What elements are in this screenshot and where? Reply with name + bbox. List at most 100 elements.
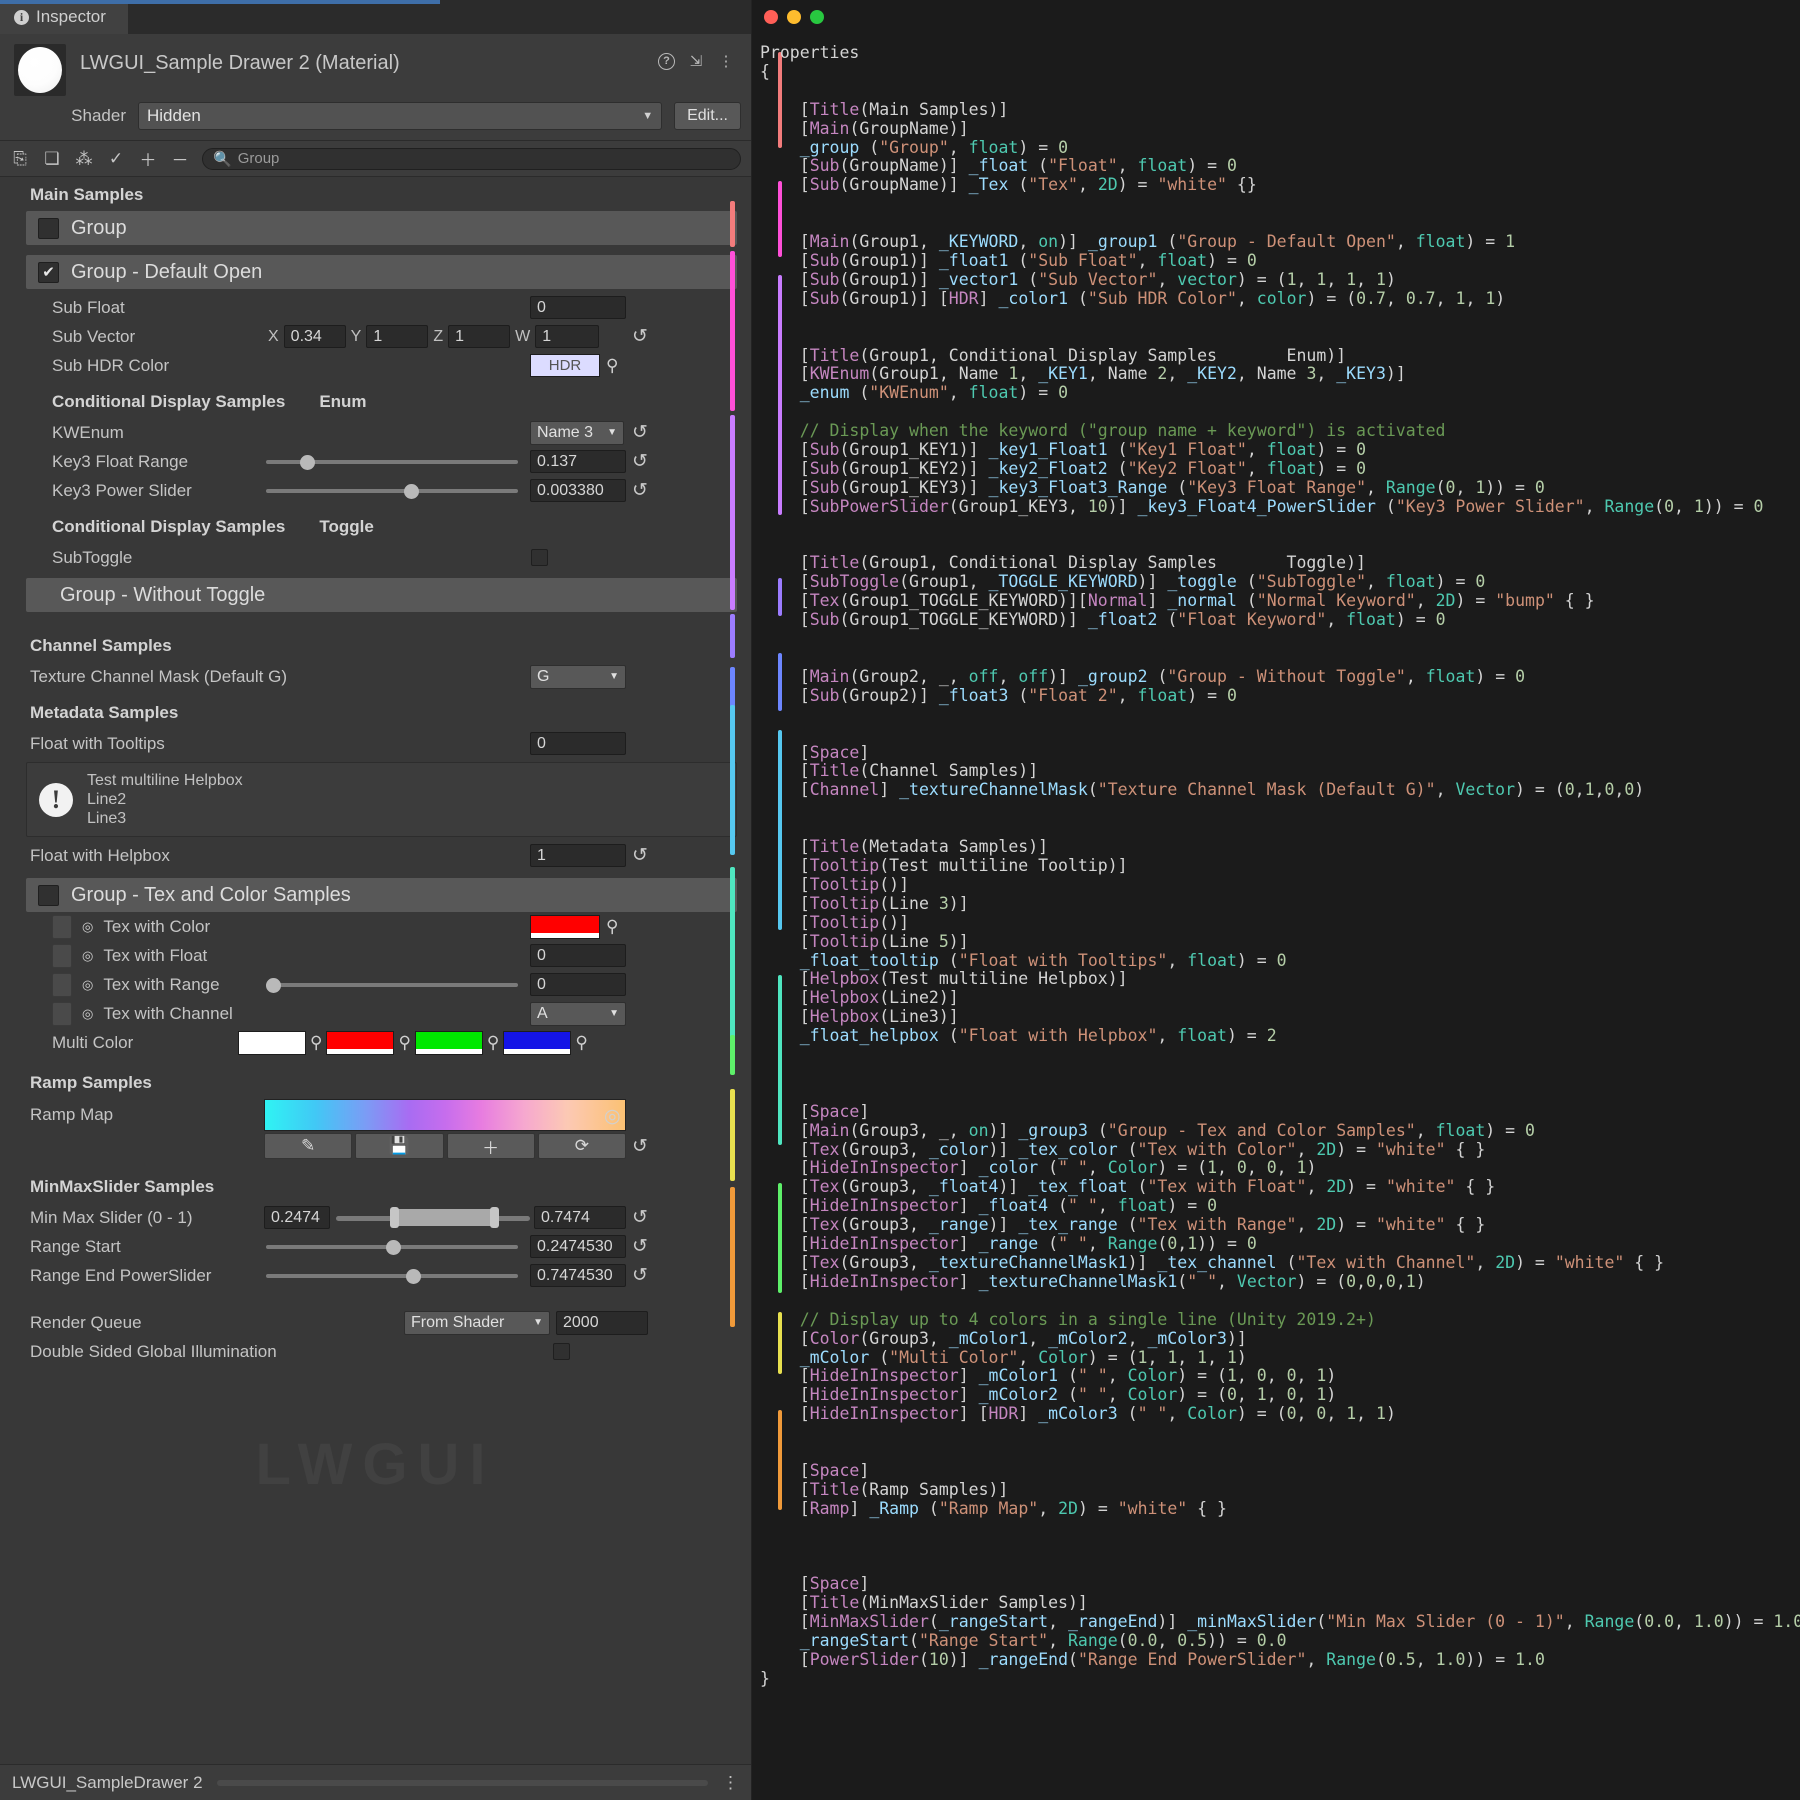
app-root: i Inspector LWGUI_Sample Drawer 2 (Mater… — [0, 0, 1800, 1800]
key3-float-input[interactable]: 0.137 — [530, 450, 626, 473]
status-scrollbar[interactable] — [217, 1780, 708, 1786]
scatter-icon[interactable]: ⁂ — [74, 149, 94, 169]
multi-color-swatch-2[interactable] — [326, 1031, 394, 1055]
eyedropper-icon[interactable]: ⚲ — [575, 1033, 587, 1053]
group-checkbox[interactable] — [38, 218, 59, 239]
multi-color-swatch-4[interactable] — [503, 1031, 571, 1055]
ramp-picker-icon[interactable]: ◎ — [604, 1105, 621, 1128]
tab-inspector[interactable]: i Inspector — [0, 0, 128, 34]
group-default-open-checkbox[interactable]: ✔ — [38, 262, 59, 283]
sub-float-input[interactable]: 0 — [530, 296, 626, 319]
tex-with-channel-thumbnail[interactable] — [52, 1002, 72, 1026]
close-window-button[interactable] — [764, 10, 778, 24]
minus-icon[interactable]: － — [170, 146, 190, 171]
min-max-slider-max-input[interactable]: 0.7474 — [534, 1206, 626, 1229]
paste-icon[interactable]: ❏ — [42, 149, 62, 169]
tex-with-range-input[interactable]: 0 — [530, 973, 626, 996]
material-preview[interactable] — [14, 44, 66, 96]
ramp-pencil-button[interactable]: ✎ — [264, 1133, 352, 1159]
target-icon: ◎ — [82, 919, 93, 935]
check-icon[interactable]: ✓ — [106, 149, 126, 169]
group-header-default-open[interactable]: ✔ Group - Default Open — [26, 255, 737, 289]
key3-power-revert-icon[interactable]: ↺ — [632, 479, 648, 502]
range-end-input[interactable]: 0.7474530 — [530, 1264, 626, 1287]
copy-icon[interactable]: ⎘ — [10, 149, 30, 169]
minimize-window-button[interactable] — [787, 10, 801, 24]
shader-dropdown[interactable]: Hidden ▼ — [138, 102, 662, 130]
range-start-slider-knob[interactable] — [386, 1240, 401, 1255]
key3-power-slider-track[interactable] — [266, 489, 518, 493]
kwenum-revert-icon[interactable]: ↺ — [632, 421, 648, 444]
material-header: LWGUI_Sample Drawer 2 (Material) ? ⇲ ⋮ S… — [0, 34, 751, 141]
key3-float-slider-knob[interactable] — [300, 455, 315, 470]
range-start-input[interactable]: 0.2474530 — [530, 1235, 626, 1258]
sub-vector-w-input[interactable]: 1 — [535, 325, 599, 348]
sub-vector-revert-icon[interactable]: ↺ — [632, 325, 648, 348]
eyedropper-icon[interactable]: ⚲ — [487, 1033, 499, 1053]
eyedropper-icon[interactable]: ⚲ — [310, 1033, 322, 1053]
edit-button[interactable]: Edit... — [674, 102, 741, 130]
min-max-slider-min-input[interactable]: 0.2474 — [264, 1206, 330, 1229]
double-sided-gi-checkbox[interactable] — [553, 1343, 570, 1360]
tex-with-color-swatch[interactable] — [530, 915, 600, 939]
plus-icon[interactable]: ＋ — [138, 146, 158, 171]
ramp-gradient-bar[interactable] — [264, 1099, 626, 1131]
maximize-window-button[interactable] — [810, 10, 824, 24]
group-header-without-toggle[interactable]: Group - Without Toggle — [26, 578, 737, 612]
render-queue-input[interactable]: 2000 — [556, 1311, 648, 1335]
ramp-save-button[interactable]: 💾 — [355, 1133, 443, 1159]
sub-vector-z-input[interactable]: 1 — [448, 325, 510, 348]
min-max-slider-revert-icon[interactable]: ↺ — [632, 1206, 648, 1229]
group-header-tex-color[interactable]: Group - Tex and Color Samples — [26, 878, 737, 912]
tex-with-range-slider-knob[interactable] — [266, 978, 281, 993]
min-max-slider-fill[interactable] — [394, 1209, 494, 1226]
ramp-revert-icon[interactable]: ↺ — [632, 1135, 648, 1158]
hdr-badge[interactable]: HDR — [530, 354, 600, 377]
group-tex-color-checkbox[interactable] — [38, 885, 59, 906]
preset-icon[interactable]: ⇲ — [687, 52, 705, 70]
key3-float-revert-icon[interactable]: ↺ — [632, 450, 648, 473]
tex-with-range-thumbnail[interactable] — [52, 973, 72, 997]
multi-color-swatch-1[interactable] — [238, 1031, 306, 1055]
row-kwenum: KWEnum Name 3 ▼ ↺ — [0, 418, 751, 447]
key3-power-input[interactable]: 0.003380 — [530, 479, 626, 502]
kwenum-dropdown[interactable]: Name 3 ▼ — [530, 421, 624, 445]
float-helpbox-label: Float with Helpbox — [30, 846, 170, 866]
eyedropper-icon[interactable]: ⚲ — [398, 1033, 410, 1053]
float-tooltips-input[interactable]: 0 — [530, 732, 626, 755]
tex-with-channel-dropdown[interactable]: A ▼ — [530, 1002, 626, 1026]
subtoggle-checkbox[interactable] — [531, 549, 548, 566]
more-options-icon[interactable]: ⋮ — [722, 1773, 739, 1793]
sub-vector-x-input[interactable]: 0.34 — [284, 325, 346, 348]
tex-with-float-thumbnail[interactable] — [52, 944, 72, 968]
group-header-group[interactable]: Group — [26, 211, 737, 245]
key3-float-range-label: Key3 Float Range — [52, 452, 188, 472]
sub-vector-y-input[interactable]: 1 — [366, 325, 428, 348]
ramp-add-button[interactable]: ＋ — [447, 1133, 535, 1159]
target-icon: ◎ — [82, 1006, 93, 1022]
help-icon[interactable]: ? — [658, 53, 675, 70]
render-queue-dropdown[interactable]: From Shader ▼ — [404, 1311, 550, 1335]
search-input[interactable]: 🔍 Group — [202, 148, 741, 170]
eyedropper-icon[interactable]: ⚲ — [606, 356, 618, 376]
range-end-slider-knob[interactable] — [406, 1269, 421, 1284]
tex-with-float-input[interactable]: 0 — [530, 944, 626, 967]
range-end-revert-icon[interactable]: ↺ — [632, 1264, 648, 1287]
key3-power-slider-knob[interactable] — [404, 484, 419, 499]
texture-channel-mask-dropdown[interactable]: G ▼ — [530, 665, 626, 689]
tex-with-range-slider-track[interactable] — [266, 983, 518, 987]
more-options-icon[interactable]: ⋮ — [717, 52, 735, 70]
range-start-revert-icon[interactable]: ↺ — [632, 1235, 648, 1258]
section-channel-samples: Channel Samples — [0, 612, 751, 662]
float-helpbox-revert-icon[interactable]: ↺ — [632, 844, 648, 867]
code-content[interactable]: Properties{ [Title(Main Samples)] [Main(… — [760, 44, 1800, 1800]
range-end-slider-track[interactable] — [266, 1274, 518, 1278]
eyedropper-icon[interactable]: ⚲ — [606, 917, 618, 937]
min-max-slider-min-handle[interactable] — [390, 1207, 399, 1228]
min-max-slider-label: Min Max Slider (0 - 1) — [30, 1208, 192, 1228]
min-max-slider-max-handle[interactable] — [490, 1207, 499, 1228]
float-helpbox-input[interactable]: 1 — [530, 844, 626, 867]
multi-color-swatch-3[interactable] — [415, 1031, 483, 1055]
tex-with-color-thumbnail[interactable] — [52, 915, 72, 939]
ramp-refresh-button[interactable]: ⟳ — [538, 1133, 626, 1159]
